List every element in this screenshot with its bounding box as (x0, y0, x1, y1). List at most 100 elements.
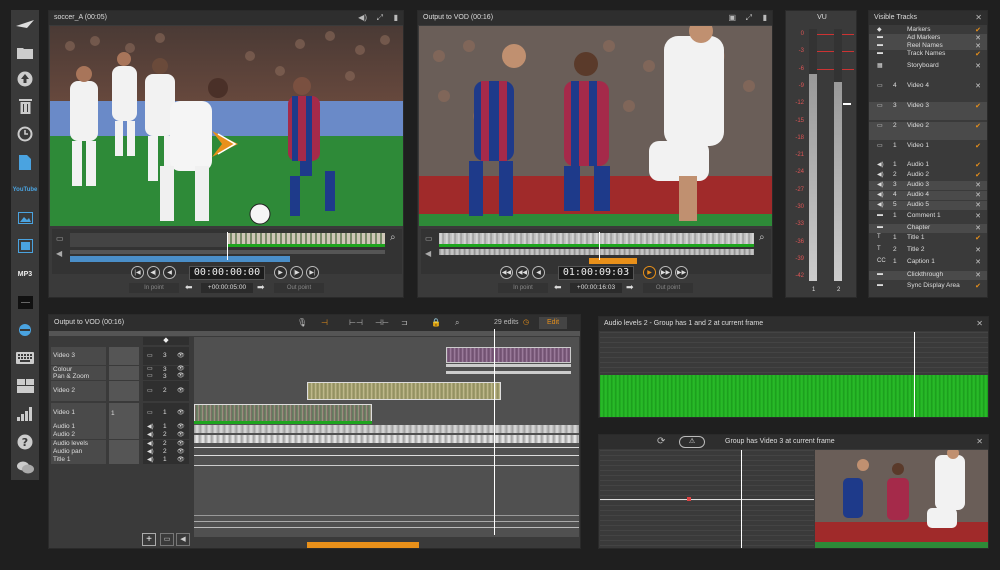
web-icon[interactable] (14, 320, 36, 340)
play-back-button[interactable]: ◀ (163, 266, 176, 279)
visible-track-row[interactable]: ▦ Storyboard ✕ (869, 62, 987, 76)
timeline-track-header[interactable]: Title 1 ◀) 1 👁 (51, 456, 191, 464)
x-icon[interactable]: ✕ (975, 191, 981, 199)
microphone-icon[interactable]: 🎙 (297, 315, 307, 331)
go-end-button[interactable]: ▶| (306, 266, 319, 279)
arrow-right-icon[interactable]: ➡ (626, 282, 634, 293)
source-video-frame[interactable] (50, 26, 403, 226)
x-icon[interactable]: ✕ (975, 246, 981, 254)
check-icon[interactable]: ✔ (975, 282, 981, 290)
output-progress-bar[interactable] (589, 258, 637, 264)
timeline-track-header[interactable]: Audio 2 ◀) 2 👁 (51, 431, 191, 439)
source-in-point[interactable]: In point (129, 283, 179, 293)
visible-track-row[interactable]: ▭ 1 Video 1 ✔ (869, 142, 987, 160)
document-icon[interactable] (14, 152, 36, 172)
clip-audio2[interactable] (194, 435, 579, 443)
timeline-track-header[interactable]: Video 1 ▭ 1 👁 (51, 403, 191, 423)
check-icon[interactable]: ✔ (975, 102, 981, 110)
timeline-playhead[interactable] (494, 329, 495, 535)
trash-icon[interactable]: ▮ (763, 11, 767, 25)
visible-track-row[interactable]: ▭ 3 Video 3 ✔ (869, 102, 987, 120)
visible-track-row[interactable]: ▬ Clickthrough ✕ (869, 271, 987, 280)
edit-button[interactable]: Edit (539, 317, 567, 329)
visible-track-row[interactable]: ◀) 5 Audio 5 ✕ (869, 201, 987, 210)
visible-track-row[interactable]: ◀) 1 Audio 1 ✔ (869, 161, 987, 170)
timeline-ruler[interactable] (49, 331, 580, 336)
mp3-icon[interactable]: MP3 (14, 264, 36, 284)
timeline-scrollbar[interactable] (307, 542, 419, 548)
zoom-icon[interactable]: ⌕ (759, 232, 765, 243)
go-start-button[interactable]: |◀ (131, 266, 144, 279)
bars-chart-icon[interactable] (14, 404, 36, 424)
history-icon[interactable]: ◷ (523, 315, 529, 331)
timeline-clips-area[interactable] (194, 329, 579, 537)
play-button[interactable]: ▶ (274, 266, 287, 279)
visible-track-row[interactable]: ▬ Chapter ✕ (869, 224, 987, 233)
check-icon[interactable]: ✔ (975, 122, 981, 130)
x-icon[interactable]: ✕ (975, 34, 981, 42)
video-file-icon[interactable] (14, 236, 36, 256)
add-track-button[interactable]: + (142, 533, 156, 546)
check-icon[interactable]: ✔ (975, 161, 981, 169)
add-audio-track-icon[interactable]: ◀ (176, 533, 190, 546)
timeline-track-header[interactable]: Audio levels ◀) 2 👁 (51, 440, 191, 448)
eye-icon[interactable]: 👁 (177, 431, 185, 439)
timeline-track-header[interactable]: Colour ▭ 3 👁 (51, 366, 191, 373)
rewind-button[interactable]: ◀◀ (516, 266, 529, 279)
black-square-icon[interactable] (14, 292, 36, 312)
zoom-icon[interactable]: ⌕ (390, 232, 396, 243)
clip-video3[interactable] (446, 347, 571, 363)
source-out-point[interactable]: Out point (274, 283, 324, 293)
group-graph[interactable] (600, 450, 814, 548)
visible-track-row[interactable]: ▬ Reel Names ✕ (869, 42, 987, 50)
x-icon[interactable]: ✕ (975, 62, 981, 70)
visible-track-row[interactable]: ▬ Sync Display Area ✔ (869, 282, 987, 291)
forward-fast-button[interactable]: ▶▶ (675, 266, 688, 279)
slip-tool-icon[interactable]: ⊢⊣ (349, 315, 363, 331)
close-icon[interactable]: ✕ (976, 317, 983, 331)
visible-track-row[interactable]: ◆ Markers ✔ (869, 26, 987, 34)
eye-icon[interactable]: 👁 (177, 456, 185, 464)
expand-icon[interactable]: ⤢ (377, 11, 383, 25)
eye-icon[interactable]: 👁 (177, 403, 185, 423)
x-icon[interactable]: ✕ (975, 181, 981, 189)
layout-icon[interactable] (14, 376, 36, 396)
forward-button[interactable]: ▶▶ (659, 266, 672, 279)
x-icon[interactable]: ✕ (975, 82, 981, 90)
visible-track-row[interactable]: ▬ Ad Markers ✕ (869, 34, 987, 42)
check-icon[interactable]: ✔ (975, 234, 981, 242)
clip-audio1[interactable] (194, 425, 579, 433)
keyboard-icon[interactable] (14, 348, 36, 368)
clip-video1[interactable] (194, 404, 372, 422)
x-icon[interactable]: ✕ (975, 201, 981, 209)
visible-track-row[interactable]: ▭ 2 Video 2 ✔ (869, 122, 987, 140)
visible-track-row[interactable]: ▭ 4 Video 4 ✕ (869, 82, 987, 100)
trash-icon[interactable] (14, 96, 36, 116)
youtube-icon[interactable]: YouTube (13, 180, 38, 200)
x-icon[interactable]: ✕ (975, 212, 981, 220)
check-icon[interactable]: ✔ (975, 50, 981, 58)
arrow-left-icon[interactable]: ⬅ (554, 282, 562, 293)
output-timecode[interactable]: 01:00:09:03 (558, 266, 634, 280)
upload-icon[interactable] (14, 69, 36, 89)
timeline-track-header[interactable]: Audio pan ◀) 2 👁 (51, 448, 191, 456)
check-icon[interactable]: ✔ (975, 171, 981, 179)
group-video-thumbnail[interactable] (815, 450, 988, 548)
expand-icon[interactable]: ⤢ (746, 11, 752, 25)
visible-track-row[interactable]: ▬ 1 Comment 1 ✕ (869, 212, 987, 221)
output-playhead[interactable] (599, 232, 600, 260)
x-icon[interactable]: ✕ (975, 258, 981, 266)
speaker-icon[interactable]: ◀) (358, 11, 367, 25)
help-icon[interactable]: ? (14, 432, 36, 452)
eye-icon[interactable]: 👁 (177, 366, 185, 373)
visible-track-row[interactable]: ◀) 4 Audio 4 ✕ (869, 191, 987, 200)
check-icon[interactable]: ✔ (975, 26, 981, 34)
eye-icon[interactable]: 👁 (177, 373, 185, 380)
image-icon[interactable] (14, 208, 36, 228)
prev-frame-button[interactable]: ◀| (147, 266, 160, 279)
timeline-track-header[interactable]: Audio 1 ◀) 1 👁 (51, 423, 191, 431)
screen-icon[interactable]: ▣ (728, 11, 736, 25)
timeline-track-header[interactable]: Video 3 ▭ 3 👁 (51, 347, 191, 365)
visible-track-row[interactable]: CC 1 Caption 1 ✕ (869, 258, 987, 267)
folder-icon[interactable] (14, 42, 36, 62)
